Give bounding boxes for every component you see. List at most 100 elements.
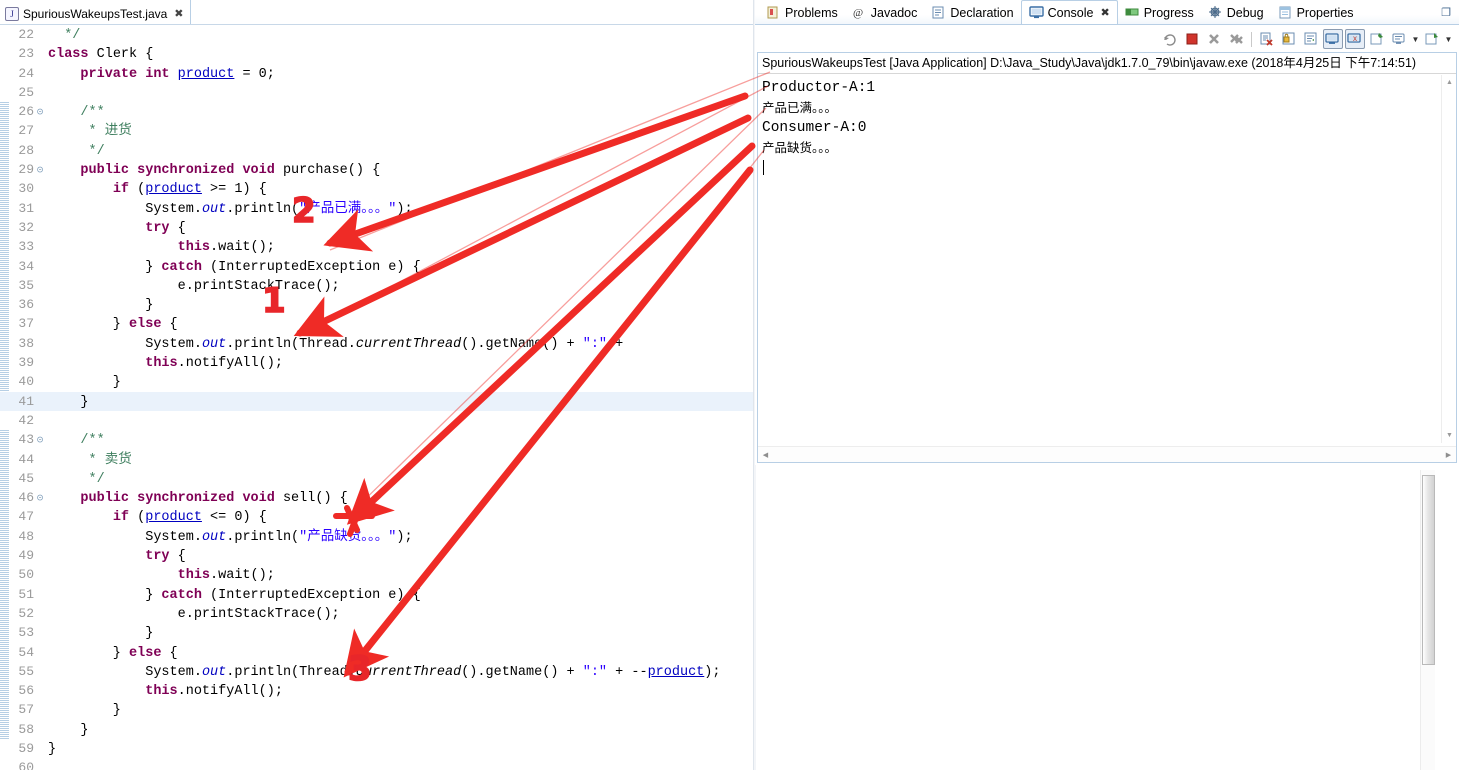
code-line-36[interactable]: 36 } bbox=[0, 295, 753, 314]
code-line-58[interactable]: 58 } bbox=[0, 720, 753, 739]
tab-javadoc[interactable]: @ Javadoc bbox=[845, 0, 925, 25]
code-text: } bbox=[48, 722, 89, 738]
line-number: 30 bbox=[18, 181, 34, 197]
code-line-27[interactable]: 27 * 进货 bbox=[0, 121, 753, 140]
line-number: 28 bbox=[18, 142, 34, 158]
line-number: 45 bbox=[18, 470, 34, 486]
code-text: } bbox=[48, 703, 121, 719]
code-line-52[interactable]: 52 e.printStackTrace(); bbox=[0, 604, 753, 623]
tab-properties[interactable]: Properties bbox=[1271, 0, 1361, 25]
show-console-on-error-icon[interactable]: x bbox=[1345, 29, 1365, 49]
code-line-45[interactable]: 45 */ bbox=[0, 469, 753, 488]
console-output-line: Productor-A:1 bbox=[762, 80, 876, 96]
tab-declaration[interactable]: Declaration bbox=[924, 0, 1020, 25]
open-console-icon[interactable] bbox=[1422, 29, 1442, 49]
word-wrap-icon[interactable] bbox=[1301, 29, 1321, 49]
scroll-up-arrow-icon[interactable]: ▲ bbox=[1442, 75, 1457, 90]
code-line-34[interactable]: 34 } catch (InterruptedException e) { bbox=[0, 257, 753, 276]
tab-label: Javadoc bbox=[870, 5, 918, 20]
code-line-28[interactable]: 28 */ bbox=[0, 141, 753, 160]
console-horizontal-scrollbar[interactable]: ◀ ▶ bbox=[758, 446, 1456, 462]
console-output-line: Consumer-A:0 bbox=[762, 120, 867, 136]
terminate-icon[interactable] bbox=[1182, 29, 1202, 49]
line-number: 53 bbox=[18, 625, 34, 641]
close-icon[interactable]: ✖ bbox=[174, 7, 183, 20]
chevron-down-icon[interactable]: ▼ bbox=[1411, 29, 1420, 49]
code-line-49[interactable]: 49 try { bbox=[0, 546, 753, 565]
line-number: 41 bbox=[18, 393, 34, 409]
tab-progress[interactable]: Progress bbox=[1118, 0, 1201, 25]
code-line-54[interactable]: 54 } else { bbox=[0, 643, 753, 662]
scroll-left-arrow-icon[interactable]: ◀ bbox=[758, 447, 773, 462]
close-icon[interactable]: ✖ bbox=[1100, 6, 1109, 19]
code-line-43[interactable]: 43 ⊝ /** bbox=[0, 430, 753, 449]
scroll-lock-icon[interactable] bbox=[1279, 29, 1299, 49]
code-line-47[interactable]: 47 if (product <= 0) { bbox=[0, 507, 753, 526]
tab-problems[interactable]: Problems bbox=[759, 0, 845, 25]
code-line-46[interactable]: 46 ⊝ public synchronized void sell() { bbox=[0, 488, 753, 507]
code-line-25[interactable]: 25 bbox=[0, 83, 753, 102]
code-line-57[interactable]: 57 } bbox=[0, 700, 753, 719]
code-line-56[interactable]: 56 this.notifyAll(); bbox=[0, 681, 753, 700]
code-line-48[interactable]: 48 System.out.println("产品缺货。。。"); bbox=[0, 527, 753, 546]
remove-launch-icon[interactable] bbox=[1204, 29, 1224, 49]
code-line-39[interactable]: 39 this.notifyAll(); bbox=[0, 353, 753, 372]
code-line-33[interactable]: 33 this.wait(); bbox=[0, 237, 753, 256]
tab-console[interactable]: Console ✖ bbox=[1020, 0, 1118, 25]
code-line-35[interactable]: 35 e.printStackTrace(); bbox=[0, 276, 753, 295]
pin-console-icon[interactable] bbox=[1367, 29, 1387, 49]
code-line-31[interactable]: 31 System.out.println("产品已满。。。"); bbox=[0, 199, 753, 218]
code-line-30[interactable]: 30 if (product >= 1) { bbox=[0, 179, 753, 198]
code-text: } catch (InterruptedException e) { bbox=[48, 587, 421, 603]
editor-tab-spuriouswakeupstest[interactable]: J SpuriousWakeupsTest.java ✖ bbox=[0, 0, 191, 25]
code-text: * 进货 bbox=[88, 124, 132, 140]
line-number: 40 bbox=[18, 374, 34, 390]
show-console-on-output-icon[interactable] bbox=[1323, 29, 1343, 49]
code-text: if (product >= 1) { bbox=[112, 182, 267, 198]
console-icon bbox=[1028, 5, 1044, 20]
chevron-down-icon[interactable]: ▼ bbox=[1444, 29, 1453, 49]
code-line-24[interactable]: 24 private int product = 0; bbox=[0, 64, 753, 83]
remove-all-terminated-icon[interactable] bbox=[1226, 29, 1246, 49]
line-number: 31 bbox=[18, 200, 34, 216]
code-line-55[interactable]: 55 System.out.println(Thread.currentThre… bbox=[0, 662, 753, 681]
code-text: this.wait(); bbox=[177, 240, 275, 256]
code-line-37[interactable]: 37 } else { bbox=[0, 314, 753, 333]
code-line-53[interactable]: 53 } bbox=[0, 623, 753, 642]
tab-debug[interactable]: Debug bbox=[1201, 0, 1271, 25]
code-line-51[interactable]: 51 } catch (InterruptedException e) { bbox=[0, 585, 753, 604]
code-text: } bbox=[48, 626, 154, 642]
code-text: } catch (InterruptedException e) { bbox=[48, 259, 421, 275]
scroll-down-arrow-icon[interactable]: ▼ bbox=[1442, 428, 1457, 443]
code-line-59[interactable]: 59} bbox=[0, 739, 753, 758]
code-line-44[interactable]: 44 * 卖货 bbox=[0, 450, 753, 469]
line-number: 35 bbox=[18, 277, 34, 293]
code-area[interactable]: 22 */23 class Clerk {24 private int produ… bbox=[0, 25, 753, 770]
lower-right-vertical-scrollbar[interactable] bbox=[1420, 470, 1435, 770]
display-selected-console-icon[interactable] bbox=[1389, 29, 1409, 49]
clear-console-icon[interactable] bbox=[1257, 29, 1277, 49]
code-line-22[interactable]: 22 */ bbox=[0, 25, 753, 44]
code-line-50[interactable]: 50 this.wait(); bbox=[0, 565, 753, 584]
code-line-29[interactable]: 29 ⊝ public synchronized void purchase() … bbox=[0, 160, 753, 179]
code-text: System.out.println(Thread.currentThread(… bbox=[48, 664, 721, 680]
code-line-40[interactable]: 40 } bbox=[0, 372, 753, 391]
minimize-icon[interactable]: ❐ bbox=[1441, 6, 1451, 19]
scrollbar-thumb[interactable] bbox=[1422, 475, 1435, 665]
editor-body[interactable]: 22 */23 class Clerk {24 private int produ… bbox=[0, 25, 753, 770]
code-line-41[interactable]: 41 } bbox=[0, 391, 753, 411]
code-line-23[interactable]: 23 class Clerk { bbox=[0, 44, 753, 63]
scroll-right-arrow-icon[interactable]: ▶ bbox=[1441, 447, 1456, 462]
code-line-38[interactable]: 38 System.out.println(Thread.currentThre… bbox=[0, 334, 753, 353]
console-vertical-scrollbar[interactable]: ▲ ▼ bbox=[1441, 75, 1456, 443]
relaunch-icon[interactable] bbox=[1160, 29, 1180, 49]
code-text: e.printStackTrace(); bbox=[48, 278, 340, 294]
code-line-42[interactable]: 42 bbox=[0, 411, 753, 430]
progress-icon bbox=[1125, 5, 1140, 20]
code-line-32[interactable]: 32 try { bbox=[0, 218, 753, 237]
code-text: * 卖货 bbox=[88, 452, 132, 468]
console-output[interactable]: Productor-A:1 产品已满。。。 Consumer-A:0 产品缺货。。。 bbox=[758, 75, 1440, 443]
code-text: /** bbox=[80, 433, 105, 449]
code-line-26[interactable]: 26 ⊝ /** bbox=[0, 102, 753, 121]
code-line-60[interactable]: 60 bbox=[0, 758, 753, 770]
